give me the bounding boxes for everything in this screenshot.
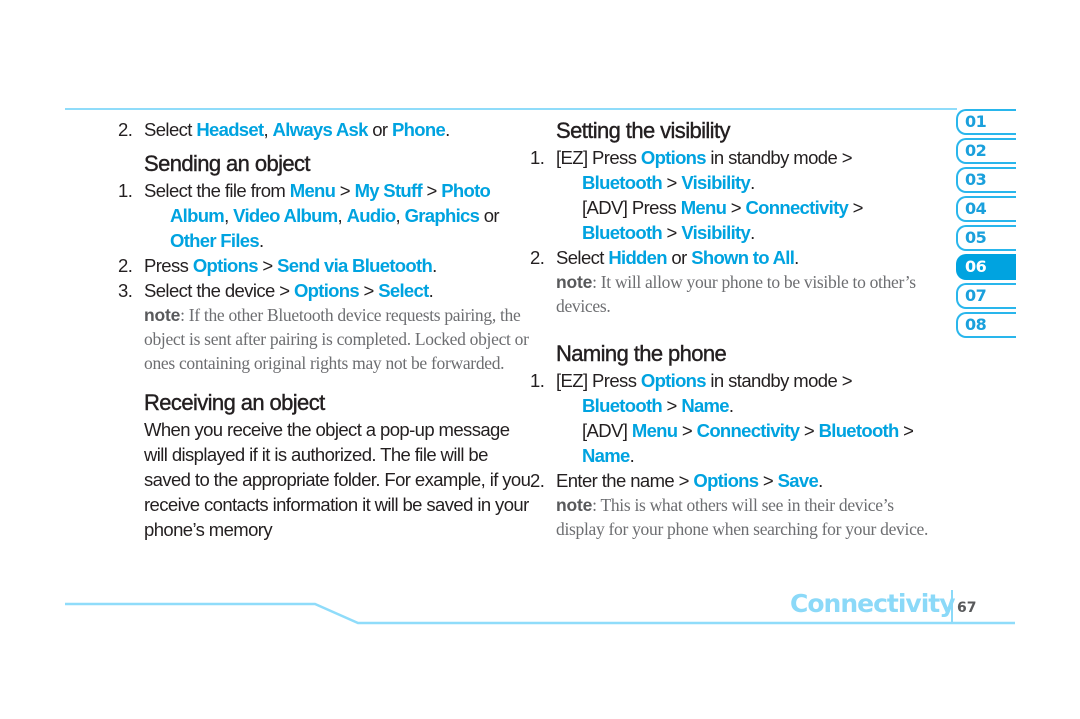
- footer-separator: [951, 590, 953, 622]
- footer-section-title: Connectivity: [790, 589, 956, 618]
- page-number: 67: [957, 600, 977, 616]
- manual-page: 2. Select Headset, Always Ask or Phone. …: [0, 0, 1080, 719]
